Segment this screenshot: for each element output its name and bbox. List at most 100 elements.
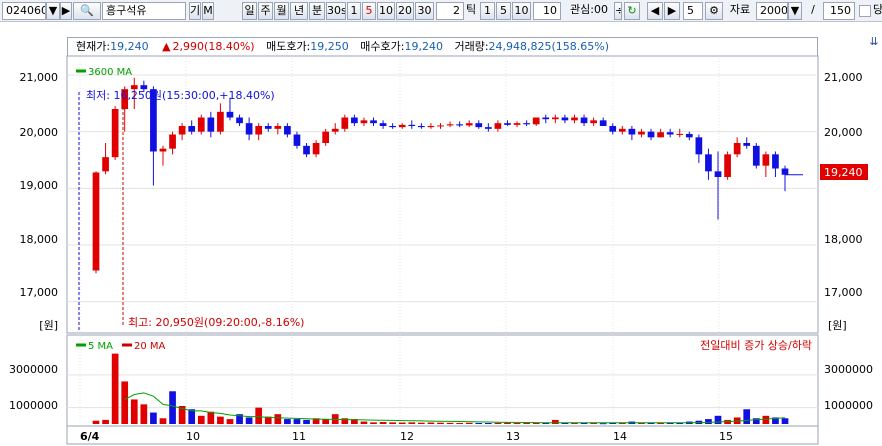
volume-bar [475, 423, 483, 425]
volume-bar [561, 422, 569, 424]
candle-body [341, 117, 349, 129]
volume-bar [418, 422, 425, 424]
candle-body [542, 117, 550, 120]
volume-bar [217, 416, 224, 424]
tick-5-button[interactable]: 5 [496, 2, 511, 20]
volume-bar [408, 422, 416, 424]
candle-body [418, 126, 425, 128]
candle-body [724, 154, 731, 177]
period-week-button[interactable]: 주 [258, 2, 273, 20]
candle-body [331, 128, 339, 132]
candle-body [322, 131, 330, 143]
page-total-input[interactable]: 150 [823, 2, 855, 20]
stock-code-dropdown-button[interactable]: ▼ [46, 2, 60, 20]
period-day-button[interactable]: 일 [242, 2, 257, 20]
volume-bar [370, 422, 377, 424]
period-year-button[interactable]: 년 [290, 2, 308, 20]
volume-bar [752, 418, 760, 424]
candle-body [255, 126, 263, 135]
vol-y-tick-right: 3000000 [824, 363, 873, 376]
volume-bar [379, 422, 387, 424]
candle-body [475, 123, 483, 128]
interval-30s-button[interactable]: 30s [326, 2, 346, 20]
y-tick-right: 17,000 [824, 286, 863, 299]
volume-bar [590, 423, 597, 425]
period-month-button[interactable]: 월 [274, 2, 289, 20]
candle-body [666, 132, 674, 135]
volume-bar [140, 404, 148, 424]
y-tick-right: 20,000 [824, 126, 863, 139]
scroll-right-button[interactable]: ▶ [664, 2, 680, 20]
candle-body [274, 126, 282, 129]
candle-body [714, 171, 722, 177]
tick-10-button[interactable]: 10 [512, 2, 531, 20]
volume-bar [705, 419, 712, 424]
candle-body [351, 117, 358, 124]
refresh-button[interactable]: ↻ [624, 2, 640, 20]
candle-body [370, 120, 377, 124]
stock-code-input[interactable]: 024060 [2, 2, 46, 20]
unit-label-right: [원] [828, 319, 847, 332]
tick-custom-input[interactable]: 10 [533, 2, 561, 20]
current-price-tag-text: 19,240 [824, 166, 863, 179]
volume-bar [484, 423, 492, 425]
candle-body [389, 126, 397, 128]
stock-name-field[interactable]: 흥구석유 [102, 2, 186, 20]
candle-body [571, 117, 578, 121]
stock-type-button[interactable]: 기 [189, 2, 201, 20]
candle-body [169, 134, 176, 149]
current-price-label: 현재가: [76, 40, 111, 53]
volume-bar [245, 417, 253, 424]
volume-bar [571, 423, 578, 425]
volume-bar [437, 422, 444, 424]
interval-5-button[interactable]: 5 [362, 2, 376, 20]
candle-body [446, 124, 454, 126]
volume-bar [427, 422, 435, 424]
candle-body [465, 123, 473, 126]
stock-menu-button[interactable]: M [202, 2, 214, 20]
x-tick: 11 [292, 430, 306, 443]
candle-body [121, 89, 129, 109]
interval-20-button[interactable]: 20 [396, 2, 414, 20]
volume-bar [92, 420, 100, 424]
watch-spin-button[interactable]: ÷ [614, 2, 622, 20]
search-icon: 🔍 [80, 4, 94, 17]
candle-body [599, 120, 607, 126]
candle-body [284, 126, 291, 135]
chevron-down-icon: ▼ [48, 4, 58, 17]
volume-bar [580, 422, 588, 424]
interval-30-button[interactable]: 30 [415, 2, 434, 20]
volume-bar [609, 422, 617, 424]
period-minute-button[interactable]: 분 [309, 2, 325, 20]
volume-bar [398, 422, 406, 424]
candle-body [551, 117, 559, 120]
volume-value: 24,948,825(158.65%) [488, 40, 610, 53]
y-tick-left: 19,000 [20, 179, 59, 192]
data-count-dropdown-button[interactable]: ▼ [788, 2, 802, 20]
panel-settings-icon[interactable]: ⇊ [868, 36, 880, 48]
data-count-select[interactable]: 2000 [756, 2, 788, 20]
chevron-down-icon: ▼ [790, 4, 800, 17]
scroll-left-button[interactable]: ◀ [647, 2, 663, 20]
tick-value-input[interactable]: 2 [436, 2, 464, 20]
next-stock-button[interactable]: ▶ [60, 2, 72, 20]
volume-bar [322, 419, 330, 424]
stock-chart[interactable]: 21,000 20,000 19,000 18,000 17,000 21,00… [0, 0, 882, 446]
candle-body [217, 111, 224, 132]
data-label: 자료 [729, 3, 751, 16]
volume-bar [159, 418, 167, 424]
extra-checkbox[interactable] [859, 5, 871, 17]
interval-1-button[interactable]: 1 [347, 2, 361, 20]
x-tick: 14 [613, 430, 627, 443]
settings-button[interactable]: ⚙ [705, 2, 723, 20]
nav-count-input[interactable]: 5 [683, 2, 703, 20]
volume-ma5-line [124, 392, 786, 424]
interval-10-button[interactable]: 10 [377, 2, 395, 20]
tick-1-button[interactable]: 1 [480, 2, 495, 20]
x-axis-band [66, 425, 819, 445]
volume-note: 전일대비 증가 상승/하락 [700, 338, 812, 352]
stock-search-button[interactable]: 🔍 [73, 2, 101, 20]
candle-body [647, 131, 655, 138]
extra-label: 당 [872, 3, 882, 16]
candle-body [523, 123, 530, 125]
